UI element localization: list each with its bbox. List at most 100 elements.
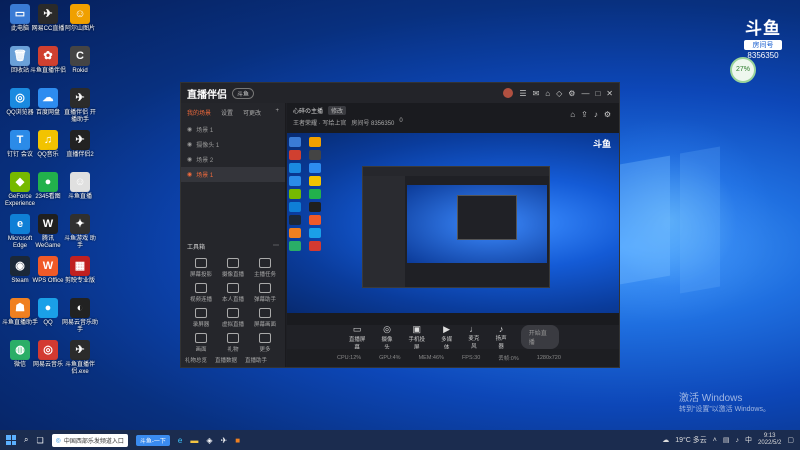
- notify-icon[interactable]: ♪: [594, 110, 598, 119]
- tool-item[interactable]: 本人直播: [217, 283, 249, 303]
- add-scene-icon[interactable]: +: [275, 108, 279, 117]
- task-view-icon[interactable]: ❏: [36, 436, 43, 445]
- desktop-icon[interactable]: ♫ QQ音乐: [30, 130, 66, 159]
- tray-arrow-icon[interactable]: ˄: [713, 437, 717, 444]
- version-tag[interactable]: 斗鱼: [232, 87, 255, 99]
- tool-label: 礼物: [227, 347, 239, 353]
- input-language[interactable]: 中: [745, 435, 752, 445]
- tab-my-scenes[interactable]: 我的场景: [187, 108, 211, 117]
- eye-icon[interactable]: ◉: [187, 141, 192, 148]
- edge-icon[interactable]: e: [178, 436, 182, 445]
- speaker-button[interactable]: ♪ 扬声器: [494, 324, 509, 350]
- message-icon[interactable]: ✉: [533, 89, 540, 98]
- clock[interactable]: 9:13 2022/5/2: [758, 433, 781, 447]
- desktop-icon[interactable]: ✈ 直播伴侣 开播助手: [62, 88, 98, 124]
- desktop-icon[interactable]: ▦ 剪映专业版: [62, 256, 98, 285]
- tool-item[interactable]: 屏幕画面: [249, 308, 281, 328]
- avatar[interactable]: [503, 88, 514, 98]
- go-live-button[interactable]: 开始直播: [520, 325, 559, 349]
- media-button[interactable]: ▶ 多媒体: [439, 324, 454, 351]
- scene-item[interactable]: ◉ 摄像头 1: [181, 137, 285, 152]
- taskbar-app-button[interactable]: 斗鱼-一下: [135, 434, 170, 446]
- share-icon[interactable]: ⇪: [581, 110, 588, 119]
- desktop-icon[interactable]: ◐ 网易云音乐助手: [62, 298, 98, 334]
- tool-item[interactable]: 礼物: [217, 333, 249, 353]
- live-data-link[interactable]: 直播数据: [215, 356, 237, 364]
- desktop-icon[interactable]: ☺ 斗鱼直播: [62, 172, 98, 201]
- browser-icon: ◎: [55, 437, 61, 444]
- tool-item[interactable]: 画面: [185, 333, 217, 353]
- notification-icon[interactable]: ▢: [787, 436, 794, 444]
- taskbar-browser-tab[interactable]: ◎ 中国西部乐发频道入口: [51, 433, 128, 447]
- edit-room-button[interactable]: 修改: [328, 106, 347, 115]
- left-footer: 礼物总览 直播数据 直播助手: [185, 356, 267, 364]
- gift-icon[interactable]: ⌂: [570, 110, 575, 119]
- desktop-icon[interactable]: ✿ 斗鱼直播伴侣: [30, 46, 66, 75]
- volume-icon[interactable]: ♪: [736, 437, 740, 444]
- tool-item[interactable]: 弹幕助手: [249, 283, 281, 303]
- maximize-icon[interactable]: □: [595, 89, 600, 98]
- start-button[interactable]: [6, 435, 16, 445]
- desktop-icon[interactable]: ✈ 斗鱼直播伴侣.exe: [62, 340, 98, 376]
- tool-item[interactable]: 更多: [249, 333, 281, 353]
- folder-icon[interactable]: ▬: [190, 436, 198, 445]
- minimize-icon[interactable]: —: [581, 89, 589, 98]
- scene-item[interactable]: ◉ 场景 2: [181, 152, 285, 167]
- control-bar: ▭ 直播屏幕 ◎ 摄像头 ▣ 手机投屏 ▶ 多媒体 ♩ 麦克风 ♪ 扬声器 开始直播: [287, 324, 619, 351]
- douyu-taskbar-icon[interactable]: ✈: [221, 436, 228, 445]
- weather-text[interactable]: 19°C 多云: [675, 435, 707, 445]
- desktop-icon[interactable]: ☺ 阿尔山图片: [62, 4, 98, 33]
- search-icon[interactable]: ⌕: [24, 435, 28, 445]
- phone-icon: ▣: [412, 323, 422, 334]
- shirt-icon[interactable]: ◇: [556, 89, 562, 98]
- tool-icon: [195, 333, 207, 343]
- tool-item[interactable]: 屏幕投影: [185, 258, 217, 278]
- scene-item-active[interactable]: ◉ 场景 1: [181, 167, 285, 182]
- taskbar: ⌕ ❏ ◎ 中国西部乐发频道入口 斗鱼-一下 e ▬ ◈ ✈ ■ ☁ 19°C …: [0, 430, 800, 450]
- eye-icon[interactable]: ◉: [187, 126, 192, 133]
- desktop-icon-label: 斗鱼直播伴侣.exe: [64, 362, 95, 375]
- settings-icon[interactable]: ⚙: [604, 110, 611, 119]
- desktop-icon[interactable]: ☁ 百度网盘: [30, 88, 66, 117]
- desktop-icon[interactable]: ✈ 网易CC直播: [30, 4, 66, 33]
- desktop-icon[interactable]: ● 2345看图: [30, 172, 66, 201]
- desktop-icon[interactable]: W WPS Office: [30, 256, 66, 285]
- tab-settings[interactable]: 设置: [221, 108, 233, 117]
- more-icon[interactable]: ⋯: [273, 242, 279, 251]
- live-helper-link[interactable]: 直播助手: [245, 356, 267, 364]
- tool-item[interactable]: 视频连播: [185, 283, 217, 303]
- scene-item[interactable]: ◉ 场景 1: [181, 122, 285, 137]
- desktop-icon[interactable]: ✦ 斗鱼游戏 助手: [62, 214, 98, 250]
- gift-summary-link[interactable]: 礼物总览: [185, 356, 207, 364]
- stream-preview[interactable]: 斗鱼: [287, 133, 619, 313]
- tab-editable[interactable]: 可更改: [243, 108, 261, 117]
- phone-cast-button[interactable]: ▣ 手机投屏: [407, 324, 427, 351]
- desktop-icon-label: WPS Office: [32, 278, 64, 284]
- desktop-icon[interactable]: ● QQ: [30, 298, 66, 327]
- camera-button[interactable]: ◎ 摄像头: [379, 324, 394, 351]
- progress-badge[interactable]: 27%: [730, 57, 756, 83]
- app-taskbar-icon[interactable]: ■: [235, 436, 240, 445]
- desktop-icon[interactable]: ✈ 直播伴侣2: [62, 130, 98, 159]
- store-icon[interactable]: ◈: [206, 436, 212, 445]
- eye-icon[interactable]: ◉: [187, 171, 192, 178]
- close-icon[interactable]: ✕: [606, 89, 613, 98]
- tool-item[interactable]: 摄像直播: [217, 258, 249, 278]
- screen-share-button[interactable]: ▭ 直播屏幕: [347, 324, 367, 351]
- room-category[interactable]: 王者荣耀 · 写给上官: [293, 118, 346, 127]
- gift-icon[interactable]: ⌂: [545, 89, 550, 98]
- app-icon: ♫: [38, 130, 58, 150]
- tool-item[interactable]: 录屏器: [185, 308, 217, 328]
- tool-icon: [227, 283, 239, 293]
- menu-icon[interactable]: ☰: [519, 89, 526, 98]
- tool-item[interactable]: 虚拟直播: [217, 308, 249, 328]
- desktop-icon[interactable]: ◎ 网易云音乐: [30, 340, 66, 369]
- tool-icon: [259, 333, 271, 343]
- settings-icon[interactable]: ⚙: [568, 89, 575, 98]
- desktop-icon[interactable]: C Rokid: [62, 46, 98, 75]
- network-icon[interactable]: ▤: [723, 436, 730, 444]
- microphone-button[interactable]: ♩ 麦克风: [466, 324, 481, 350]
- eye-icon[interactable]: ◉: [187, 156, 192, 163]
- tool-item[interactable]: 主播任务: [249, 258, 281, 278]
- desktop-icon[interactable]: W 腾讯 WeGame: [30, 214, 66, 250]
